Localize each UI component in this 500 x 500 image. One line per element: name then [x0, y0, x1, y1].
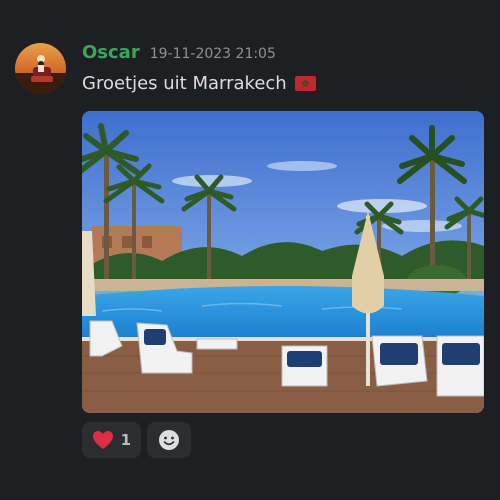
image-attachment[interactable]: [82, 111, 484, 413]
morocco-flag-icon: [294, 76, 316, 91]
message-text: Groetjes uit Marrakech: [82, 73, 287, 94]
reaction-heart[interactable]: 1: [82, 422, 141, 458]
reaction-count: 1: [120, 431, 131, 449]
timestamp: 19-11-2023 21:05: [149, 46, 276, 62]
chat-message: Oscar 19-11-2023 21:05 Groetjes uit Marr…: [0, 0, 500, 500]
add-reaction-icon: [159, 430, 179, 450]
avatar[interactable]: [15, 43, 66, 94]
heart-icon: [93, 431, 113, 449]
username[interactable]: Oscar: [82, 42, 140, 63]
message-content: Groetjes uit Marrakech: [82, 73, 316, 94]
message-header: Oscar 19-11-2023 21:05: [82, 42, 276, 66]
add-reaction-button[interactable]: [147, 422, 191, 458]
reactions-bar: 1: [82, 422, 191, 458]
